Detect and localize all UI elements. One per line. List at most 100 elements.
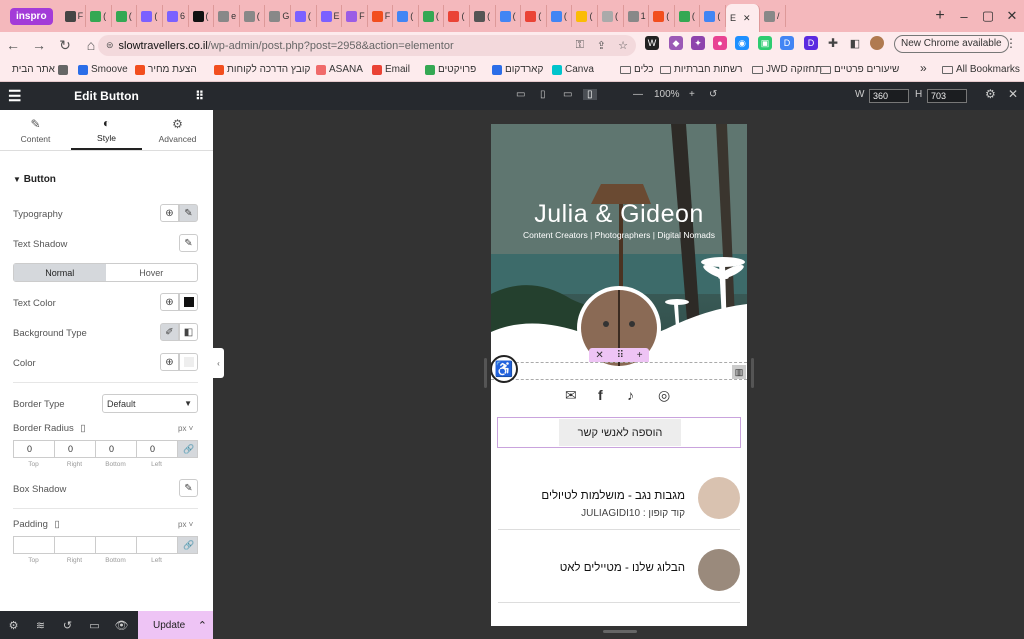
browser-tab[interactable]: ( <box>700 5 726 27</box>
collapse-panel-button[interactable]: ‹ <box>213 348 224 378</box>
browser-tab[interactable]: ( <box>189 5 215 27</box>
height-input[interactable]: 703 <box>927 89 967 103</box>
mobile-icon[interactable]: ▯ <box>583 89 597 100</box>
close-preview-icon[interactable]: ✕ <box>1008 87 1018 101</box>
list-item[interactable]: הבלוג שלנו - מטיילים לאט <box>491 548 747 594</box>
width-input[interactable]: 360 <box>869 89 909 103</box>
tab-hover[interactable]: Hover <box>106 264 198 281</box>
add-section-icon[interactable]: + <box>637 350 643 361</box>
add-to-contacts-button[interactable]: הוספה לאנשי קשר <box>559 419 681 446</box>
all-bookmarks-button[interactable]: All Bookmarks <box>942 64 1020 75</box>
forward-icon[interactable]: → <box>26 37 52 53</box>
browser-tab[interactable]: ( <box>112 5 138 27</box>
extension-icon[interactable]: D <box>804 36 818 50</box>
extensions-puzzle-icon[interactable]: ✚ <box>826 36 840 50</box>
browser-tab[interactable]: e <box>214 5 240 27</box>
profile-badge[interactable]: inspro <box>10 7 53 25</box>
close-tab-icon[interactable]: ✕ <box>743 13 751 24</box>
mobile-device-icon[interactable]: ▯ <box>80 423 85 434</box>
browser-tab[interactable]: ( <box>444 5 471 27</box>
radius-right-input[interactable]: 0 <box>54 440 95 458</box>
color-swatch-light[interactable] <box>179 353 198 371</box>
globe-icon[interactable]: ⊕ <box>160 353 179 371</box>
menu-kebab-icon[interactable]: ⋮ <box>1004 36 1018 50</box>
site-info-icon[interactable]: ⊜ <box>106 40 114 51</box>
url-input[interactable]: ⊜ slowtravellers.co.il/wp-admin/post.php… <box>98 35 636 56</box>
bookmark-item[interactable]: ASANA <box>316 64 363 75</box>
bookmark-item[interactable]: שיעורים פרטיים <box>820 64 899 75</box>
list-item[interactable]: מגבות נגב - מושלמות לטיולים קוד קופון : … <box>491 474 747 524</box>
link-values-icon[interactable]: 🔗 <box>177 536 198 554</box>
section-selection-outline[interactable] <box>491 362 747 380</box>
tiktok-icon[interactable]: ♪ <box>627 387 634 403</box>
extension-icon[interactable]: ● <box>713 36 727 50</box>
browser-tab[interactable]: ( <box>496 5 522 27</box>
browser-tab[interactable]: ( <box>470 5 496 27</box>
section-button-toggle[interactable]: ▼ Button <box>13 174 56 185</box>
browser-tab[interactable]: ( <box>675 5 701 27</box>
radius-bottom-input[interactable]: 0 <box>95 440 136 458</box>
maximize-icon[interactable]: ▢ <box>976 8 1000 24</box>
pencil-edit-icon[interactable]: ✎ <box>179 204 198 222</box>
radius-top-input[interactable]: 0 <box>13 440 54 458</box>
reset-zoom-icon[interactable]: ↺ <box>709 89 717 100</box>
star-icon[interactable]: ☆ <box>618 39 628 52</box>
zoom-out-icon[interactable]: — <box>633 89 643 100</box>
padding-bottom-input[interactable] <box>95 536 136 554</box>
key-icon[interactable]: ⚿ <box>576 39 584 52</box>
bookmark-item[interactable]: הצעת מחיר <box>135 64 197 75</box>
back-icon[interactable]: ← <box>0 37 26 53</box>
new-chrome-available-button[interactable]: New Chrome available <box>894 35 1009 53</box>
tab-advanced[interactable]: ⚙ Advanced <box>142 110 213 150</box>
section-handle[interactable]: ✕ ⠿ + <box>589 348 649 362</box>
delete-section-icon[interactable]: ✕ <box>595 350 603 361</box>
side-panel-icon[interactable]: ◧ <box>848 36 862 50</box>
responsive-mode-icon[interactable]: ▭ <box>81 619 108 632</box>
browser-tab[interactable]: ( <box>393 5 419 27</box>
bookmark-item[interactable]: קארדקום <box>492 64 543 75</box>
browser-tab[interactable]: ( <box>572 5 599 27</box>
extension-icon[interactable]: ◆ <box>669 36 683 50</box>
window-close-icon[interactable]: ✕ <box>1000 8 1024 24</box>
reload-icon[interactable]: ↻ <box>52 37 78 54</box>
bookmark-item[interactable]: רשתות חברתיות <box>660 64 742 75</box>
browser-tab[interactable]: ( <box>419 5 445 27</box>
border-type-select[interactable]: Default ▼ <box>102 394 198 413</box>
color-swatch-black[interactable] <box>179 293 198 311</box>
browser-tab[interactable]: ( <box>137 5 163 27</box>
browser-tab[interactable]: 6 <box>163 5 189 27</box>
browser-tab[interactable]: E <box>317 5 343 27</box>
update-button[interactable]: Update ⌃ <box>138 611 213 639</box>
preview-settings-gear-icon[interactable]: ⚙ <box>985 87 996 101</box>
facebook-icon[interactable]: f <box>598 387 603 403</box>
unit-select[interactable]: px ˅ <box>178 520 193 529</box>
bookmark-item[interactable]: אתר הבית <box>12 64 68 75</box>
minimize-icon[interactable]: – <box>952 9 976 24</box>
browser-tab[interactable]: ( <box>521 5 547 27</box>
browser-tab-active[interactable]: E ✕ <box>726 4 760 32</box>
padding-left-input[interactable] <box>136 536 177 554</box>
email-icon[interactable]: ✉ <box>565 387 577 404</box>
globe-icon[interactable]: ⊕ <box>160 204 179 222</box>
browser-tab[interactable]: ( <box>291 5 317 27</box>
browser-tab[interactable]: F <box>368 5 394 27</box>
extension-icon[interactable]: ◉ <box>735 36 749 50</box>
bookmark-item[interactable]: כלים <box>620 64 654 75</box>
browser-tab[interactable]: 1 <box>624 5 650 27</box>
brush-icon[interactable]: ✐ <box>160 323 179 341</box>
browser-tab[interactable]: / <box>760 5 786 27</box>
extension-icon[interactable]: ✦ <box>691 36 705 50</box>
tablet-icon[interactable]: ▯ <box>540 89 546 100</box>
browser-tab[interactable]: ( <box>240 5 266 27</box>
bookmark-item[interactable]: JWD תחזוקה <box>752 64 822 75</box>
globe-icon[interactable]: ⊕ <box>160 293 179 311</box>
accessibility-icon[interactable]: ♿ <box>491 355 518 383</box>
tab-style[interactable]: ◐ Style <box>71 110 142 150</box>
share-icon[interactable]: ⇪ <box>597 39 606 52</box>
settings-gear-icon[interactable]: ⚙ <box>0 619 27 632</box>
pencil-edit-icon[interactable]: ✎ <box>179 479 198 497</box>
bookmark-item[interactable]: פרויקטים <box>425 64 476 75</box>
canvas-resize-handle-right[interactable] <box>751 358 754 388</box>
browser-tab[interactable]: F <box>342 5 368 27</box>
new-tab-button[interactable]: + <box>928 7 952 25</box>
